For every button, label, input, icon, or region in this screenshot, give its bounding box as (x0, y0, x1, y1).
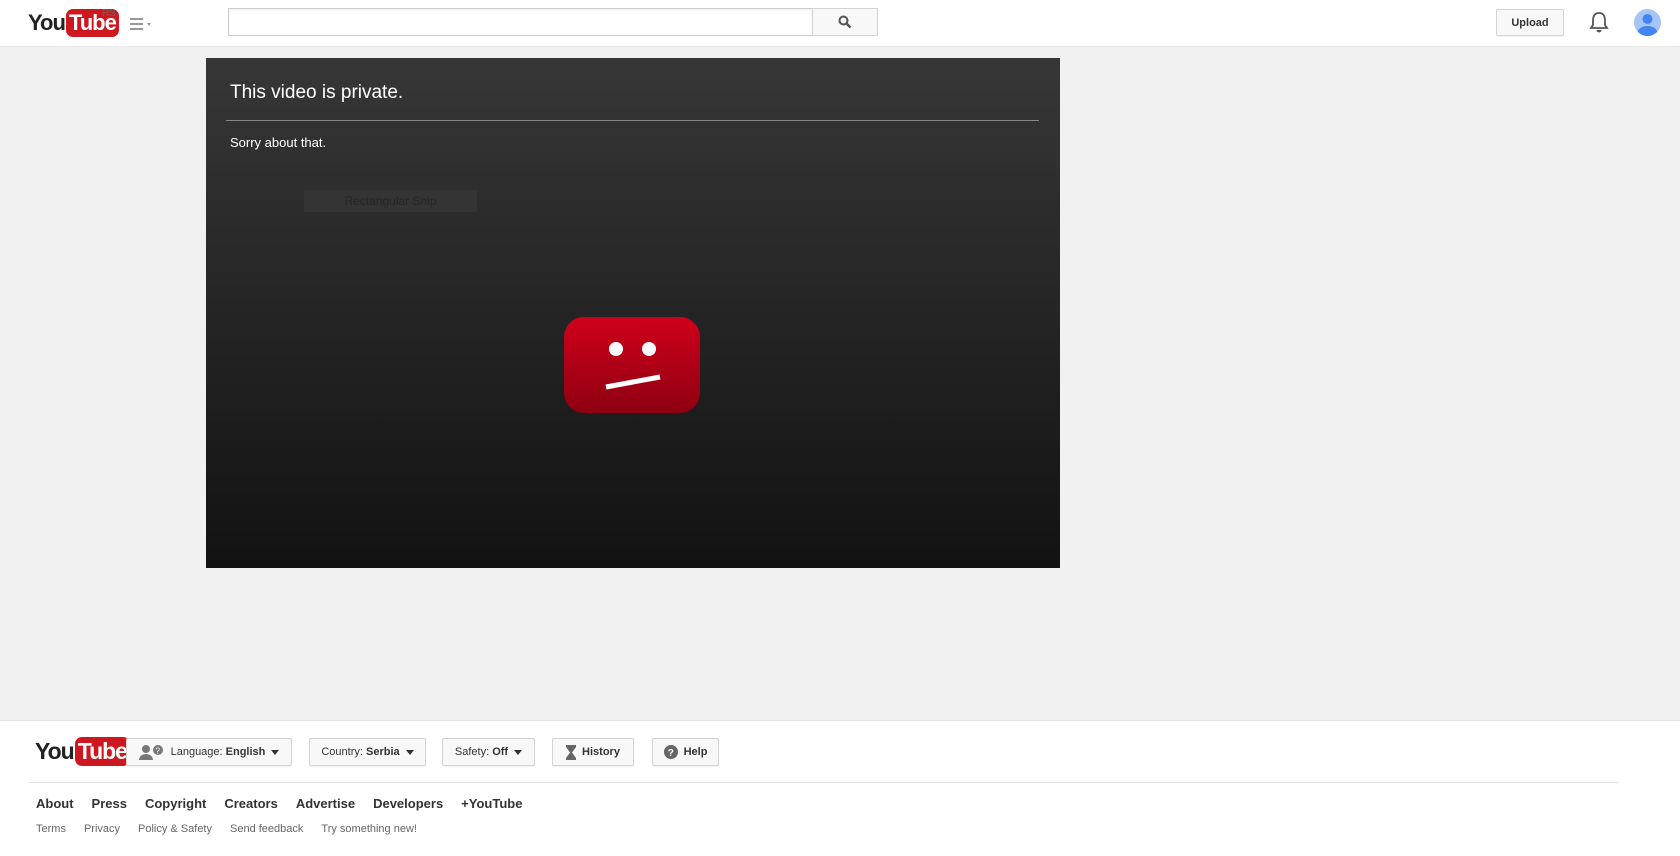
svg-text:?: ? (155, 747, 160, 756)
search-button[interactable] (812, 8, 878, 36)
footer-link-about[interactable]: About (36, 796, 74, 811)
footer-link-press[interactable]: Press (92, 796, 127, 811)
footer-link-advertise[interactable]: Advertise (296, 796, 355, 811)
masthead: You Tube RS Upload (0, 0, 1680, 47)
avatar[interactable] (1634, 9, 1661, 36)
search-icon (838, 15, 852, 29)
footer-link-policy-safety[interactable]: Policy & Safety (138, 823, 212, 835)
footer: You Tube ? Language: English Country: Ser… (0, 720, 1680, 856)
divider (226, 120, 1039, 121)
country-label: Country: (321, 746, 363, 758)
upload-button[interactable]: Upload (1496, 9, 1564, 36)
error-message: Sorry about that. (230, 135, 327, 150)
footer-link-plus-youtube[interactable]: +YouTube (461, 796, 522, 811)
safety-label: Safety: (454, 746, 490, 758)
language-label: Language: (170, 746, 223, 758)
country-value: Serbia (366, 746, 400, 758)
footer-link-send-feedback[interactable]: Send feedback (230, 823, 303, 835)
language-icon: ? (138, 745, 163, 760)
hourglass-icon (566, 744, 577, 760)
footer-link-copyright[interactable]: Copyright (145, 796, 206, 811)
search-input[interactable] (228, 8, 813, 36)
safety-value: Off (492, 746, 509, 758)
error-title: This video is private. (230, 82, 404, 103)
primary-links: About Press Copyright Creators Advertise Deve… (36, 795, 540, 813)
footer-link-developers[interactable]: Developers (373, 796, 443, 811)
footer-link-privacy[interactable]: Privacy (84, 823, 120, 835)
svg-text:?: ? (667, 748, 673, 759)
secondary-links: Terms Privacy Policy & Safety Send feedback… (36, 819, 435, 837)
footer-link-try-something-new[interactable]: Try something new! (321, 823, 417, 835)
language-picker[interactable]: ? Language: English (126, 738, 292, 766)
logo-you: You (35, 738, 75, 764)
chevron-down-icon (405, 749, 414, 755)
help-icon: ? (663, 745, 678, 759)
snip-overlay: Rectangular Snip (304, 190, 477, 212)
video-player: This video is private. Sorry about that.… (206, 58, 1060, 568)
footer-youtube-logo[interactable]: You Tube (35, 737, 130, 766)
help-button[interactable]: ? Help (652, 738, 719, 766)
notifications-bell-icon[interactable] (1589, 11, 1609, 38)
help-label: Help (683, 746, 708, 758)
logo-tube: Tube (74, 737, 130, 766)
language-value: English (225, 746, 266, 758)
country-code: RS (102, 8, 116, 19)
footer-link-terms[interactable]: Terms (36, 823, 66, 835)
history-button[interactable]: History (552, 738, 634, 766)
chevron-down-icon (514, 749, 523, 755)
footer-link-creators[interactable]: Creators (224, 796, 277, 811)
logo-you: You (28, 10, 66, 35)
country-picker[interactable]: Country: Serbia (309, 738, 426, 766)
safety-picker[interactable]: Safety: Off (442, 738, 535, 766)
footer-divider (29, 782, 1618, 783)
chevron-down-icon (271, 749, 280, 755)
history-label: History (582, 746, 620, 758)
guide-menu-icon[interactable] (130, 17, 154, 35)
sad-face-icon (564, 317, 700, 418)
